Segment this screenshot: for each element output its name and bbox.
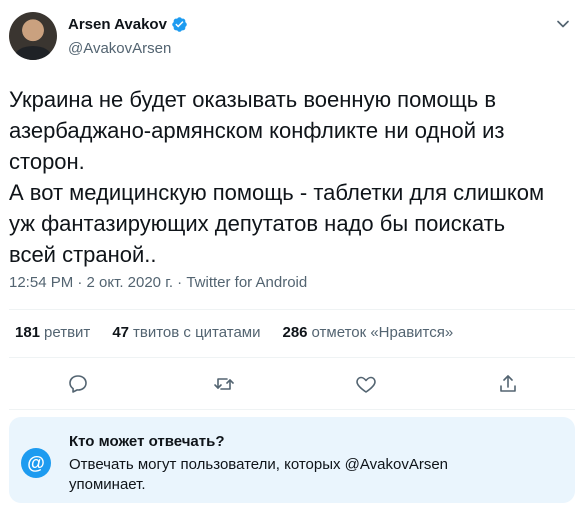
tweet-timestamp[interactable]: 12:54 PM · 2 окт. 2020 г. · Twitter for … — [9, 274, 307, 291]
tweet-card: Arsen Avakov @AvakovArsen Украина не буд… — [0, 0, 583, 512]
divider — [9, 409, 575, 410]
retweet-icon[interactable] — [212, 372, 236, 396]
mention-icon: @ — [21, 448, 51, 478]
retweet-count[interactable]: 181 ретвит — [15, 324, 90, 341]
action-bar — [66, 372, 526, 396]
divider — [9, 309, 575, 310]
tweet-stats: 181 ретвит 47 твитов с цитатами 286 отметок… — [15, 324, 453, 341]
reply-icon[interactable] — [66, 372, 90, 396]
reply-restriction-title: Кто может отвечать? — [69, 433, 225, 450]
author-handle[interactable]: @AvakovArsen — [68, 40, 171, 57]
verified-badge-icon — [172, 17, 187, 32]
divider — [9, 357, 575, 358]
like-icon[interactable] — [354, 372, 378, 396]
author-name-row[interactable]: Arsen Avakov — [68, 16, 188, 33]
reply-restriction-notice: @ Кто может отвечать? Отвечать могут пол… — [9, 417, 575, 503]
author-name[interactable]: Arsen Avakov — [68, 16, 167, 33]
share-icon[interactable] — [496, 372, 520, 396]
quote-count[interactable]: 47 твитов с цитатами — [112, 324, 260, 341]
like-count[interactable]: 286 отметок «Нравится» — [283, 324, 454, 341]
reply-restriction-description: Отвечать могут пользователи, которых @Av… — [69, 456, 449, 493]
tweet-text: Украина не будет оказывать военную помощ… — [9, 87, 545, 267]
chevron-down-icon[interactable] — [553, 14, 573, 34]
avatar[interactable] — [9, 12, 57, 60]
